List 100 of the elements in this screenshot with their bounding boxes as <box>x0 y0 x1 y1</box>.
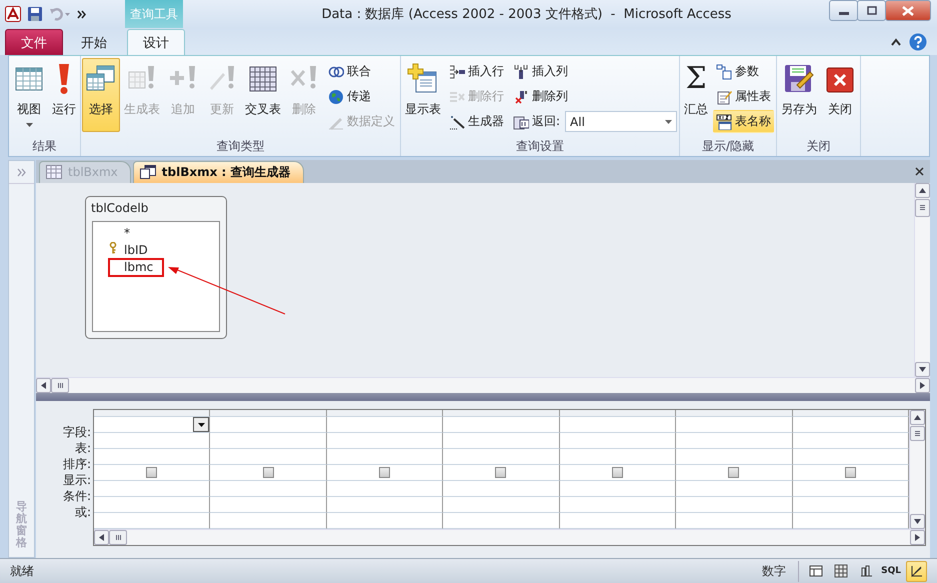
chevron-icon[interactable] <box>77 10 86 18</box>
return-combo-box[interactable]: All <box>565 111 678 132</box>
grid-cell[interactable] <box>210 465 327 481</box>
grid-cell[interactable] <box>210 481 327 497</box>
dropdown-button[interactable] <box>193 417 210 432</box>
grid-cell[interactable] <box>560 497 676 513</box>
grid-cell[interactable] <box>326 417 444 433</box>
show-checkbox[interactable] <box>844 467 856 478</box>
grid-cell[interactable] <box>676 497 793 513</box>
grid-cell[interactable] <box>210 433 327 449</box>
ribbon-button[interactable]: 运行 <box>49 58 79 132</box>
grid-cell[interactable] <box>443 417 560 433</box>
scroll-up-button[interactable] <box>910 410 925 425</box>
view-button[interactable] <box>906 560 927 582</box>
column-selector[interactable] <box>443 410 560 417</box>
undo-icon[interactable] <box>49 6 71 22</box>
scroll-up-button[interactable] <box>915 182 930 198</box>
ribbon-button[interactable]: 联合 <box>325 60 398 83</box>
scrollbar-thumb[interactable] <box>109 530 127 545</box>
grid-cell[interactable] <box>326 465 444 481</box>
document-tab[interactable]: tblBxmx : 查询生成器 <box>132 160 304 183</box>
grid-cell[interactable] <box>94 449 210 465</box>
field-item[interactable]: lbID <box>109 242 163 259</box>
close-icon[interactable] <box>915 166 924 176</box>
scroll-down-button[interactable] <box>910 514 925 529</box>
show-checkbox[interactable] <box>379 467 390 478</box>
scroll-left-button[interactable] <box>94 530 109 545</box>
show-checkbox[interactable] <box>728 467 740 478</box>
grid-cell[interactable] <box>94 417 210 433</box>
show-checkbox[interactable] <box>146 467 158 478</box>
grid-cell[interactable] <box>443 433 560 449</box>
save-icon[interactable] <box>27 6 43 22</box>
grid-cell[interactable] <box>94 481 210 497</box>
minimize-button[interactable] <box>829 0 858 21</box>
column-selector[interactable] <box>560 410 676 417</box>
ribbon-button[interactable]: Σ 汇总 <box>681 58 712 132</box>
scrollbar-thumb[interactable] <box>51 378 69 394</box>
ribbon-button[interactable]: 交叉表 <box>242 58 284 132</box>
ribbon-button[interactable]: 传递 <box>325 85 398 108</box>
grid-cell[interactable] <box>443 497 560 513</box>
grid-cell[interactable] <box>326 481 444 497</box>
ribbon-button[interactable]: 生成器 <box>446 110 507 133</box>
ribbon-button[interactable]: 选择 <box>82 58 120 132</box>
ribbon-tab[interactable]: 设计 <box>127 29 185 55</box>
ribbon-tab[interactable]: 开始 <box>65 29 123 55</box>
ribbon-button[interactable]: 关闭 <box>821 58 860 132</box>
scroll-left-button[interactable] <box>36 378 51 394</box>
ribbon-button[interactable]: 插入列 <box>510 60 678 83</box>
grid-cell[interactable] <box>94 465 210 481</box>
grid-cell[interactable] <box>560 417 676 433</box>
grid-cell[interactable] <box>210 497 327 513</box>
grid-cell[interactable] <box>326 497 444 513</box>
grid-cell[interactable] <box>94 497 210 513</box>
grid-cell[interactable] <box>443 449 560 465</box>
column-selector[interactable] <box>326 410 444 417</box>
scroll-down-button[interactable] <box>915 362 930 378</box>
grid-cell[interactable] <box>443 465 560 481</box>
ribbon-button[interactable]: 删除列 <box>510 85 678 108</box>
grid-cell[interactable] <box>560 449 676 465</box>
grid-cell[interactable] <box>792 465 909 481</box>
ribbon-button[interactable]: 显示表 <box>402 58 444 132</box>
ribbon-button[interactable]: 插入行 <box>446 60 507 83</box>
field-list-window[interactable]: tblCodelb * lbID lbmc <box>85 196 227 339</box>
ribbon-button[interactable]: 视图 <box>10 58 48 132</box>
ribbon-tab[interactable]: 文件 <box>5 29 63 55</box>
show-checkbox[interactable] <box>612 467 623 478</box>
column-selector[interactable] <box>676 410 793 417</box>
grid-cell[interactable] <box>560 481 676 497</box>
grid-cell[interactable] <box>676 465 793 481</box>
grid-cell[interactable] <box>326 449 444 465</box>
grid-cell[interactable] <box>210 449 327 465</box>
ribbon-button[interactable]: 另存为 <box>778 58 820 132</box>
grid-cell[interactable] <box>676 449 793 465</box>
property-sheet-icon <box>716 88 732 104</box>
show-checkbox[interactable] <box>495 467 506 478</box>
help-icon[interactable] <box>909 32 927 50</box>
grid-cell[interactable] <box>210 417 327 433</box>
ribbon-button[interactable]: 属性表 <box>713 85 774 108</box>
scrollbar-thumb[interactable] <box>915 198 930 217</box>
close-button[interactable] <box>885 0 931 21</box>
view-button[interactable]: SQL <box>880 560 902 582</box>
show-checkbox[interactable] <box>262 467 274 478</box>
collapse-ribbon-icon[interactable] <box>891 38 901 46</box>
ribbon-button[interactable]: 表名称 <box>713 110 774 133</box>
scroll-right-button[interactable] <box>915 378 930 394</box>
grid-cell[interactable] <box>676 433 793 449</box>
grid-cell[interactable] <box>326 433 444 449</box>
grid-cell[interactable] <box>560 433 676 449</box>
field-item[interactable]: lbmc <box>109 258 163 276</box>
grid-cell[interactable] <box>676 417 793 433</box>
ribbon-button[interactable]: 参数 <box>713 60 774 83</box>
grid-cell[interactable] <box>560 465 676 481</box>
maximize-button[interactable] <box>857 0 886 21</box>
grid-cell[interactable] <box>94 433 210 449</box>
field-item[interactable]: * <box>109 224 163 242</box>
grid-cell[interactable] <box>676 481 793 497</box>
scroll-right-button[interactable] <box>910 530 925 545</box>
app-logo-icon[interactable] <box>5 6 21 22</box>
grid-cell[interactable] <box>443 481 560 497</box>
scrollbar-thumb[interactable] <box>910 426 925 441</box>
